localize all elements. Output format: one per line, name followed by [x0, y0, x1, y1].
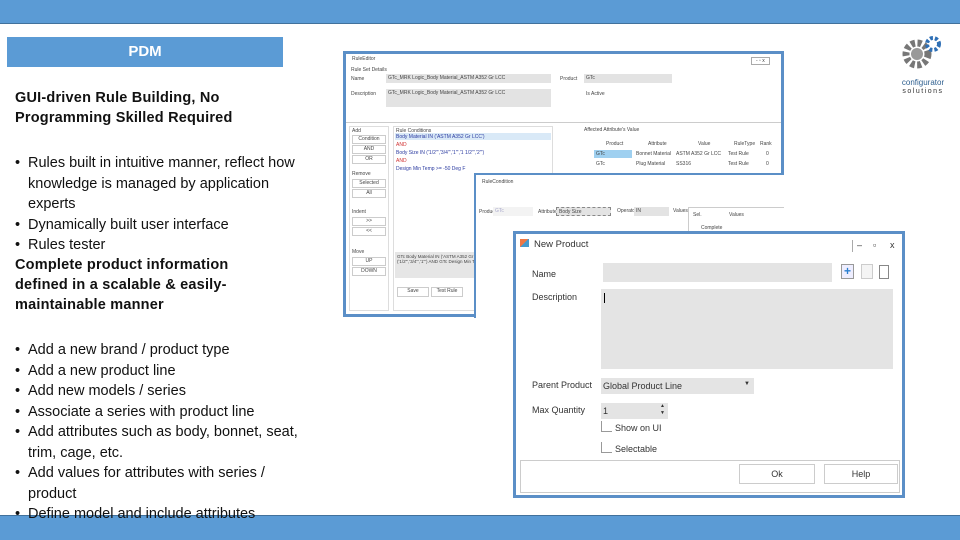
- bullet: Dynamically built user interface: [15, 215, 315, 236]
- minimize-button[interactable]: –: [857, 240, 862, 250]
- bullet: Add a new product line: [15, 361, 300, 382]
- window-title: RuleCondition: [482, 179, 514, 185]
- selectable-label: Selectable: [615, 444, 658, 454]
- logo-subtext: solutions: [902, 88, 944, 95]
- help-button[interactable]: Help: [824, 464, 898, 484]
- selectable-checkbox[interactable]: [601, 442, 612, 453]
- app-icon: [520, 239, 529, 247]
- group-label: Rule Set Details: [351, 67, 387, 73]
- parent-product-select[interactable]: Global Product Line ▼: [601, 378, 754, 394]
- outdent-button[interactable]: <<: [352, 227, 386, 236]
- bullet: Add attributes such as body, bonnet, sea…: [15, 422, 300, 463]
- note-icon[interactable]: [861, 264, 873, 279]
- bullet: Add new models / series: [15, 381, 300, 402]
- dialog-footer: Ok Help: [520, 460, 900, 493]
- remove-selected-button[interactable]: Selected: [352, 179, 386, 188]
- add-condition-button[interactable]: Condition: [352, 135, 386, 144]
- top-bar: [0, 0, 960, 24]
- condition-item[interactable]: Design Min Temp >= -50 Deg F: [396, 166, 465, 172]
- rules-heading: GUI-driven Rule Building, No Programming…: [15, 90, 233, 126]
- bullet: Add values for attributes with series / …: [15, 463, 300, 504]
- bullet: Associate a series with product line: [15, 402, 300, 423]
- condition-item[interactable]: Body Material IN ('ASTM A352 Gr LCC'): [396, 134, 485, 140]
- description-label: Description: [532, 292, 578, 302]
- description-input[interactable]: GTc_MRK Logic_Body Material_ASTM A352 Gr…: [386, 89, 551, 107]
- table-row[interactable]: GTc Bonnet Material ASTM A352 Gr LCC Test R…: [588, 150, 773, 158]
- name-input[interactable]: [603, 263, 832, 282]
- operator-item[interactable]: AND: [396, 158, 407, 164]
- max-quantity-label: Max Quantity: [532, 405, 586, 415]
- bullet: Rules built in intuitive manner, reflect…: [15, 153, 315, 215]
- description-input[interactable]: [601, 289, 893, 369]
- logo-text: configurator: [901, 78, 945, 87]
- parent-product-label: Parent Product: [532, 380, 593, 390]
- operator-select[interactable]: IN: [634, 207, 669, 216]
- show-on-ui-checkbox[interactable]: [601, 421, 612, 432]
- add-icon[interactable]: +: [841, 264, 854, 279]
- blank-icon[interactable]: [879, 265, 889, 279]
- spinner-icon: ▲ ▼: [660, 403, 665, 416]
- values-label: Values: [673, 208, 688, 214]
- add-and-button[interactable]: AND: [352, 145, 386, 154]
- close-button[interactable]: x: [890, 240, 895, 250]
- dropdown-arrow-icon: ▼: [744, 381, 750, 387]
- product-label: Product: [560, 76, 578, 82]
- name-label: Name: [351, 76, 365, 82]
- max-quantity-stepper[interactable]: 1 ▲ ▼: [601, 403, 668, 419]
- bullet: Add a new brand / product type: [15, 340, 300, 361]
- remove-all-button[interactable]: All: [352, 189, 386, 198]
- operator-item[interactable]: AND: [396, 142, 407, 148]
- move-down-button[interactable]: DOWN: [352, 267, 386, 276]
- section-product-info: Complete product information defined in …: [15, 255, 298, 525]
- table-row[interactable]: GTc Plug Material SS316 Test Rule 0: [588, 160, 773, 168]
- show-on-ui-label: Show on UI: [615, 423, 662, 433]
- window-title: RuleEditor: [352, 56, 376, 62]
- ok-button[interactable]: Ok: [739, 464, 815, 484]
- product-info-bullets: Add a new brand / product type Add a new…: [15, 340, 300, 525]
- condition-item[interactable]: Body Size IN ('1/2"','3/4"','1"','1 1/2"…: [396, 150, 484, 156]
- attribute-select[interactable]: Body Size: [556, 207, 611, 216]
- indent-button[interactable]: >>: [352, 217, 386, 226]
- window-controls: – ▫ x: [852, 240, 900, 252]
- rule-toolbar: Add Condition AND OR Remove Selected All…: [349, 126, 389, 311]
- is-active-checkbox[interactable]: Is Active: [586, 91, 605, 97]
- bullet: Define model and include attributes: [15, 504, 300, 525]
- bullet: Rules tester: [15, 235, 315, 256]
- maximize-button[interactable]: ▫: [873, 240, 876, 250]
- product-select[interactable]: GTc: [493, 207, 533, 216]
- gears-icon: [902, 36, 941, 69]
- section-title: PDM: [7, 37, 283, 67]
- new-product-dialog: New Product – ▫ x Name + Description Par…: [513, 231, 905, 498]
- window-controls[interactable]: - ▫ x: [751, 57, 770, 65]
- rules-bullets: Rules built in intuitive manner, reflect…: [15, 153, 315, 256]
- name-input[interactable]: GTc_MRK Logic_Body Material_ASTM A352 Gr…: [386, 74, 551, 83]
- description-label: Description: [351, 91, 377, 97]
- move-up-button[interactable]: UP: [352, 257, 386, 266]
- dialog-title: New Product: [534, 239, 589, 250]
- section-rules: GUI-driven Rule Building, No Programming…: [15, 88, 295, 256]
- product-info-heading: Complete product information defined in …: [15, 257, 229, 313]
- save-button[interactable]: Save: [397, 287, 429, 297]
- product-select[interactable]: GTc: [584, 74, 672, 83]
- company-logo: configurator solutions: [893, 34, 953, 95]
- add-or-button[interactable]: OR: [352, 155, 386, 164]
- name-label: Name: [532, 269, 557, 279]
- attribute-label: Attribute: [538, 209, 557, 215]
- test-rule-button[interactable]: Test Rule: [431, 287, 463, 297]
